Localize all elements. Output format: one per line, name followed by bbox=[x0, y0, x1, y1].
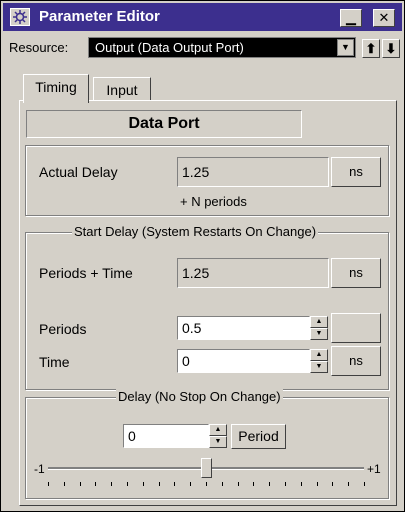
arrow-down-icon: ⬇ bbox=[385, 41, 397, 56]
resource-label: Resource: bbox=[9, 40, 69, 55]
slider-tick bbox=[95, 482, 97, 486]
slider-tick bbox=[206, 482, 207, 486]
start-delay-legend: Start Delay (System Restarts On Change) bbox=[72, 224, 319, 240]
slider-tick bbox=[48, 482, 49, 486]
time-input[interactable]: 0 bbox=[177, 349, 310, 373]
delay-spinner[interactable]: ▲ ▼ bbox=[209, 424, 227, 448]
timing-tab-page: Data Port Actual Delay 1.25 ns + N perio… bbox=[19, 100, 397, 506]
slider-tick bbox=[253, 482, 255, 486]
start-delay-group: Start Delay (System Restarts On Change) … bbox=[25, 224, 389, 390]
slider-tick bbox=[79, 482, 81, 486]
spin-down-icon[interactable]: ▼ bbox=[310, 328, 328, 340]
slider-tick bbox=[142, 482, 144, 486]
tab-timing-label: Timing bbox=[35, 79, 77, 95]
periods-label: Periods bbox=[39, 321, 87, 337]
periods-time-value: 1.25 bbox=[177, 258, 329, 288]
slider-max-label: +1 bbox=[367, 462, 381, 476]
slider-tick bbox=[269, 482, 271, 486]
title-bar[interactable]: Parameter Editor ▁ ✕ bbox=[3, 3, 402, 31]
slider-tick bbox=[332, 482, 334, 486]
slider-tick bbox=[285, 482, 286, 486]
time-spinner[interactable]: ▲ ▼ bbox=[310, 349, 328, 373]
delay-legend: Delay (No Stop On Change) bbox=[116, 389, 283, 405]
slider-tick bbox=[158, 482, 160, 486]
spin-down-icon[interactable]: ▼ bbox=[209, 436, 227, 448]
tab-timing[interactable]: Timing bbox=[23, 74, 89, 103]
period-button[interactable]: Period bbox=[231, 424, 286, 449]
spin-up-icon[interactable]: ▲ bbox=[310, 349, 328, 361]
actual-delay-unit-button[interactable]: ns bbox=[331, 157, 381, 187]
actual-delay-value: 1.25 bbox=[177, 157, 329, 187]
time-label: Time bbox=[39, 354, 70, 370]
slider-tick bbox=[127, 482, 128, 486]
slider-thumb[interactable] bbox=[200, 458, 212, 478]
time-unit-button[interactable]: ns bbox=[331, 346, 381, 376]
move-down-button[interactable]: ⬇ bbox=[382, 39, 400, 58]
slider-tick bbox=[348, 482, 350, 486]
slider-tick bbox=[221, 482, 223, 486]
resource-select-value: Output (Data Output Port) bbox=[95, 40, 244, 55]
periods-blank-button[interactable] bbox=[331, 313, 381, 343]
n-periods-note: + N periods bbox=[180, 194, 247, 209]
parameter-editor-window: Parameter Editor ▁ ✕ Resource: Output (D… bbox=[0, 0, 405, 512]
move-up-button[interactable]: ⬆ bbox=[362, 39, 380, 58]
slider-tick bbox=[190, 482, 192, 486]
periods-time-label: Periods + Time bbox=[39, 265, 133, 281]
spin-up-icon[interactable]: ▲ bbox=[310, 316, 328, 328]
slider-tick bbox=[316, 482, 318, 486]
periods-time-unit-button[interactable]: ns bbox=[331, 258, 381, 288]
settings-gear-icon bbox=[10, 8, 30, 26]
spin-up-icon[interactable]: ▲ bbox=[209, 424, 227, 436]
data-port-header: Data Port bbox=[26, 110, 302, 138]
slider-tick bbox=[300, 482, 302, 486]
tab-input-label: Input bbox=[106, 82, 138, 98]
minimize-button[interactable]: ▁ bbox=[340, 9, 362, 27]
arrow-up-icon: ⬆ bbox=[365, 41, 377, 56]
periods-spinner[interactable]: ▲ ▼ bbox=[310, 316, 328, 340]
slider-tick bbox=[364, 482, 365, 486]
close-icon: ✕ bbox=[378, 10, 390, 25]
actual-delay-group: Actual Delay 1.25 ns + N periods bbox=[25, 145, 389, 216]
slider-tick bbox=[174, 482, 176, 486]
periods-input[interactable]: 0.5 bbox=[177, 316, 310, 340]
slider-min-label: -1 bbox=[34, 462, 45, 476]
resource-select[interactable]: Output (Data Output Port) ▼ bbox=[88, 37, 356, 58]
slider-tick bbox=[237, 482, 239, 486]
close-button[interactable]: ✕ bbox=[373, 9, 395, 27]
spin-down-icon[interactable]: ▼ bbox=[310, 361, 328, 373]
slider-tick bbox=[63, 482, 65, 486]
minimize-icon: ▁ bbox=[346, 10, 356, 25]
delay-input[interactable]: 0 bbox=[123, 424, 209, 448]
slider-tick bbox=[111, 482, 113, 486]
window-title: Parameter Editor bbox=[39, 8, 160, 25]
actual-delay-label: Actual Delay bbox=[39, 164, 118, 180]
chevron-down-icon[interactable]: ▼ bbox=[337, 39, 354, 56]
